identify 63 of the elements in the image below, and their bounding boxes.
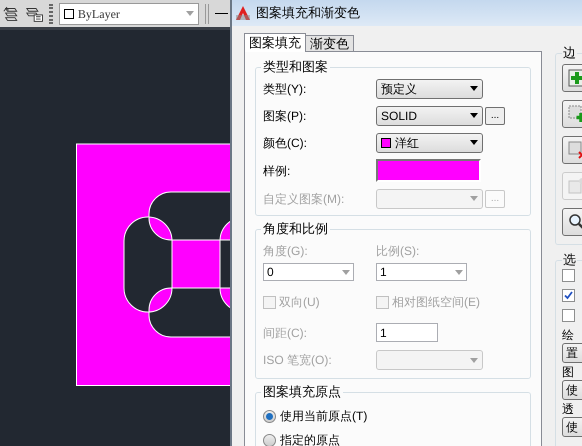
remove-boundary-icon [568,141,582,159]
tab[interactable]: 图案填充 [244,33,306,52]
radio-button[interactable] [263,434,276,446]
group-title: 角度和比例 [262,222,329,236]
field-label: 比例(S): [376,243,420,260]
dropdown-value: 预定义 [381,80,418,98]
group-title: 类型和图案 [262,60,329,74]
dropdown-value: 0 [267,264,274,281]
field-label: 类型(Y): [263,80,308,98]
group-title: 边 [562,46,577,60]
dropdown-arrow-icon [470,86,478,91]
layer-previous-icon[interactable] [2,4,19,22]
field-label: 自定义图案(M): [263,190,346,208]
dropdown-value: SOLID [381,108,418,124]
field-label: 颜色(C): [263,134,308,152]
dropdown[interactable]: 洋红 [376,132,483,152]
dropdown-value: 使 [566,382,578,399]
group-title: 选 [562,253,577,267]
field-label: 图案(P): [263,108,308,124]
checkbox[interactable] [562,269,575,282]
checkbox-label: 双向(U) [279,294,320,311]
field-label: ISO 笔宽(O): [263,352,333,369]
color-box-icon [64,8,74,18]
dropdown[interactable]: 预定义 [376,78,483,98]
group-title: 图案填充原点 [262,385,342,399]
window-title: 图案填充和渐变色 [256,4,360,22]
radio-label: 指定的原点 [280,432,340,446]
add-pick-point-icon [568,69,582,87]
browse-button[interactable]: ... [485,106,505,124]
radio-label: 使用当前原点(T) [280,408,368,425]
dropdown-arrow-icon [342,270,350,274]
field-label: 角度(G): [263,243,309,260]
dropdown[interactable]: 置 [562,343,582,363]
dropdown-arrow-icon [470,196,478,201]
magnifier-icon [568,213,582,231]
checkbox-label: 相对图纸空间(E) [392,294,480,311]
dropdown-value: 使 [566,419,578,436]
field-label: 绘 [562,328,575,342]
dropdown-value: ByLayer [78,6,121,22]
dropdown-arrow-icon [186,11,194,16]
dropdown[interactable]: SOLID [376,106,483,126]
checkbox[interactable] [562,309,575,322]
dropdown-value: 1 [380,264,387,281]
radio-button[interactable] [263,410,276,422]
field-label: 间距(C): [263,324,308,342]
app-logo-icon [235,5,251,21]
linetype-sample[interactable] [215,13,228,14]
dropdown[interactable]: 使 [562,380,582,400]
dropdown-arrow-icon [470,140,478,145]
dropdown-value: 置 [566,345,578,362]
recreate-boundary-icon [568,177,582,195]
dropdown[interactable]: 使 [562,417,582,437]
tab[interactable]: 渐变色 [305,35,354,51]
dropdown-arrow-icon [470,358,478,362]
dropdown-arrow-icon [470,113,478,118]
dropdown-arrow-icon [455,270,463,274]
checkbox[interactable] [562,289,575,302]
add-object-icon [568,105,582,123]
layer-dropdown[interactable]: ByLayer [58,2,200,24]
field-label: 图 [562,365,575,379]
field-label: 透 [562,402,575,416]
field-label: 样例: [263,162,292,180]
dropdown-value: 洋红 [395,134,420,152]
